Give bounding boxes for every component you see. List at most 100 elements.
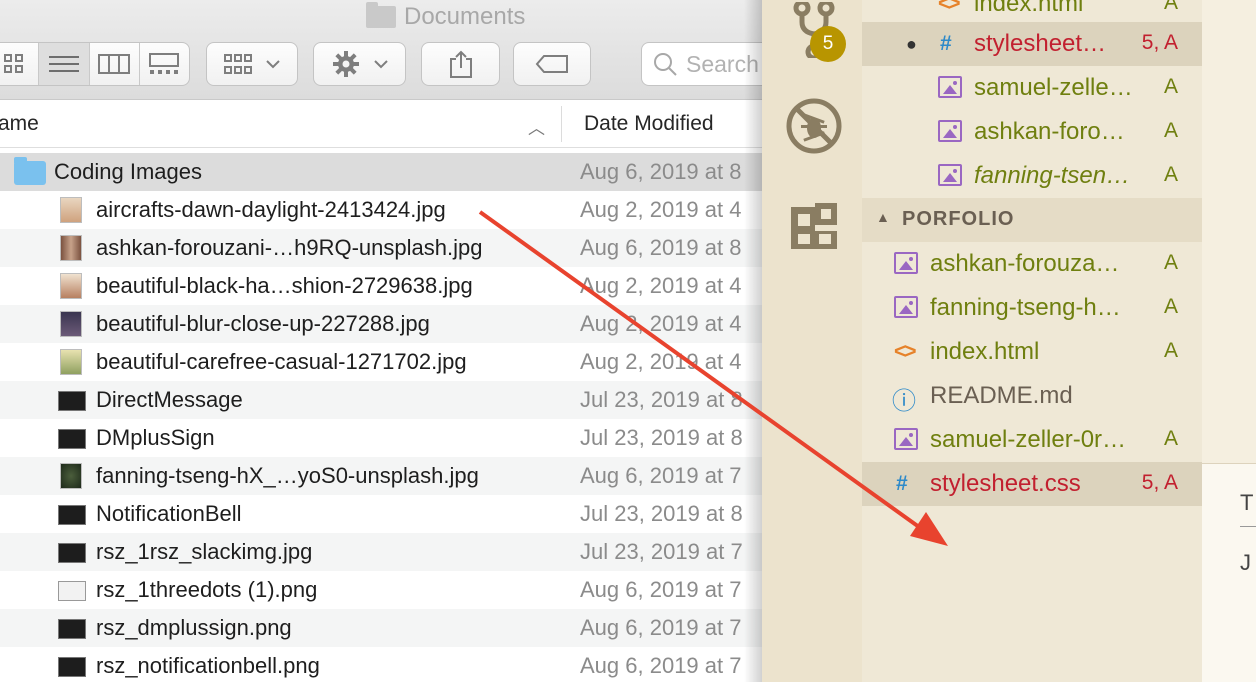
file-row[interactable]: DirectMessage Jul 23, 2019 at 8	[0, 381, 762, 419]
file-name: ashkan-forouza…	[930, 250, 1120, 277]
column-header: ame ︿ Date Modified	[0, 100, 762, 148]
tag-icon	[535, 55, 568, 73]
source-control-sidebar: <> index.html A ● # stylesheet… 5, A sam…	[862, 0, 1202, 682]
file-row[interactable]: rsz_1threedots (1).png Aug 6, 2019 at 7	[0, 571, 762, 609]
folder-section-header[interactable]: ▲ PORFOLIO	[862, 198, 1202, 242]
folder-file-item[interactable]: fanning-tseng-h… A	[862, 286, 1202, 330]
file-name: README.md	[930, 382, 1073, 409]
file-name: NotificationBell	[96, 501, 242, 526]
file-row[interactable]: rsz_1rsz_slackimg.jpg Jul 23, 2019 at 7	[0, 533, 762, 571]
git-status: A	[1163, 295, 1178, 318]
folder-file-item[interactable]: # stylesheet.css 5, A	[862, 462, 1202, 506]
panel-text: J	[1240, 550, 1251, 575]
share-button[interactable]	[421, 42, 500, 86]
image-file-icon	[894, 252, 918, 280]
window-title: Documents	[366, 2, 525, 32]
git-status: A	[1163, 119, 1178, 142]
folder-name: PORFOLIO	[902, 208, 1015, 230]
file-row[interactable]: aircrafts-dawn-daylight-2413424.jpg Aug …	[0, 191, 762, 229]
column-view-button[interactable]	[90, 43, 140, 85]
code-file-icon: <>	[938, 0, 960, 15]
file-row[interactable]: ashkan-forouzani-…h9RQ-unsplash.jpg Aug …	[0, 229, 762, 267]
vscode-window: 5 <> index.html A ● # stylesheet… 5, A s…	[744, 0, 1256, 682]
file-name: rsz_1rsz_slackimg.jpg	[96, 539, 313, 564]
image-thumbnail-icon	[60, 349, 82, 375]
file-row[interactable]: beautiful-black-ha…shion-2729638.jpg Aug…	[0, 267, 762, 305]
date-modified: Jul 23, 2019 at 8	[580, 501, 743, 526]
arrange-button[interactable]	[206, 42, 298, 86]
date-modified: Jul 23, 2019 at 8	[580, 387, 743, 412]
tags-button[interactable]	[513, 42, 591, 86]
file-name: ashkan-forouzani-…h9RQ-unsplash.jpg	[96, 235, 483, 260]
chevron-down-icon	[266, 60, 280, 69]
info-icon: ⓘ	[892, 388, 916, 415]
file-row[interactable]: NotificationBell Jul 23, 2019 at 8	[0, 495, 762, 533]
debug-button[interactable]	[784, 96, 844, 156]
date-modified: Aug 6, 2019 at 7	[580, 577, 742, 602]
image-thumbnail-icon	[58, 391, 86, 411]
grid-icon	[3, 54, 23, 73]
image-thumbnail-icon	[58, 429, 86, 449]
image-file-icon	[894, 296, 918, 324]
folder-file-item[interactable]: <> index.html A	[862, 330, 1202, 374]
file-name: samuel-zeller-0r…	[930, 426, 1127, 453]
share-icon	[449, 50, 472, 78]
date-modified: Aug 2, 2019 at 4	[580, 197, 742, 222]
column-divider[interactable]	[561, 106, 562, 142]
unsaved-dot-icon: ●	[906, 34, 917, 54]
gallery-view-button[interactable]	[140, 43, 189, 85]
file-row[interactable]: rsz_dmplussign.png Aug 6, 2019 at 7	[0, 609, 762, 647]
git-status: 5, A	[1141, 471, 1178, 494]
image-thumbnail-icon	[60, 273, 82, 299]
folder-row[interactable]: Coding Images Aug 6, 2019 at 8	[0, 153, 762, 191]
list-view-button[interactable]	[39, 43, 90, 85]
gear-icon	[332, 51, 359, 77]
folder-file-item[interactable]: ⓘ README.md	[862, 374, 1202, 418]
list-icon	[48, 56, 79, 72]
git-status: A	[1163, 75, 1178, 98]
changed-file-item[interactable]: ashkan-foro… A	[862, 110, 1202, 154]
extensions-icon	[791, 203, 837, 249]
file-row[interactable]: beautiful-carefree-casual-1271702.jpg Au…	[0, 343, 762, 381]
search-icon	[654, 53, 677, 76]
file-row[interactable]: beautiful-blur-close-up-227288.jpg Aug 2…	[0, 305, 762, 343]
file-row[interactable]: fanning-tseng-hX_…yoS0-unsplash.jpg Aug …	[0, 457, 762, 495]
finder-toolbar: Documents Search	[0, 0, 762, 100]
file-row[interactable]: DMplusSign Jul 23, 2019 at 8	[0, 419, 762, 457]
date-modified: Aug 6, 2019 at 8	[580, 159, 742, 184]
changed-file-item[interactable]: ● # stylesheet… 5, A	[862, 22, 1202, 66]
image-thumbnail-icon	[58, 505, 86, 525]
icon-view-button[interactable]	[0, 43, 40, 85]
file-name: ashkan-foro…	[974, 118, 1125, 145]
image-thumbnail-icon	[58, 543, 86, 563]
folder-file-item[interactable]: ashkan-forouza… A	[862, 242, 1202, 286]
image-thumbnail-icon	[60, 235, 82, 261]
changes-count-badge: 5	[810, 26, 846, 62]
file-name: rsz_1threedots (1).png	[96, 577, 318, 602]
folder-file-item[interactable]: samuel-zeller-0r… A	[862, 418, 1202, 462]
group-icon	[224, 54, 252, 74]
file-list: Coding Images Aug 6, 2019 at 8 aircrafts…	[0, 153, 762, 682]
finder-window: Documents Search ame ︿ Date Modified Cod…	[0, 0, 762, 682]
date-modified: Aug 6, 2019 at 8	[580, 235, 742, 260]
folder-icon	[366, 2, 396, 28]
extensions-button[interactable]	[784, 196, 844, 256]
changed-file-item[interactable]: fanning-tsen… A	[862, 154, 1202, 198]
image-file-icon	[938, 76, 962, 104]
file-name: fanning-tsen…	[974, 162, 1131, 189]
date-modified: Aug 6, 2019 at 7	[580, 463, 742, 488]
date-modified: Jul 23, 2019 at 7	[580, 539, 743, 564]
gallery-icon	[149, 53, 180, 74]
date-modified: Aug 6, 2019 at 7	[580, 653, 742, 678]
changed-file-item[interactable]: samuel-zelle… A	[862, 66, 1202, 110]
panel-peek: T J	[1202, 463, 1256, 682]
action-button[interactable]	[313, 42, 406, 86]
file-row[interactable]: rsz_notificationbell.png Aug 6, 2019 at …	[0, 647, 762, 682]
folder-icon	[14, 157, 46, 185]
date-modified-column-header[interactable]: Date Modified	[584, 112, 714, 136]
file-name: aircrafts-dawn-daylight-2413424.jpg	[96, 197, 446, 222]
image-thumbnail-icon	[58, 619, 86, 639]
window-title-text: Documents	[404, 3, 526, 30]
chevron-down-icon: ▲	[876, 209, 891, 225]
name-column-header[interactable]: ame	[0, 112, 39, 136]
